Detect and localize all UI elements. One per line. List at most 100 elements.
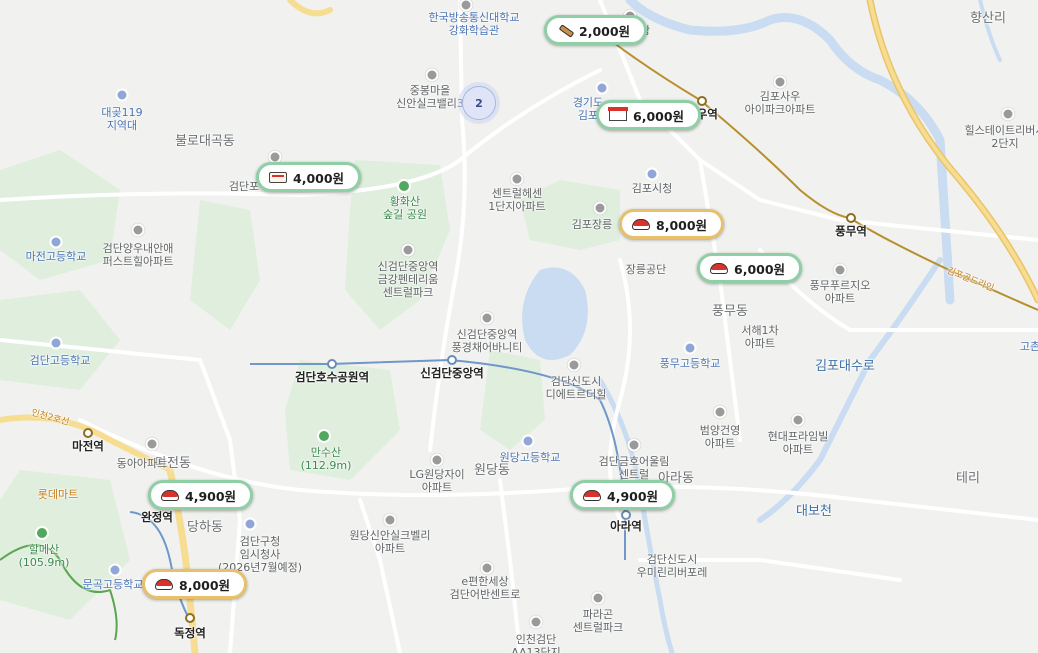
station-label-ara[interactable]: 아라역 bbox=[610, 520, 642, 533]
poi-marker-jungbong[interactable] bbox=[425, 68, 439, 82]
poi-marker-geomdan-yangwoo[interactable] bbox=[131, 223, 145, 237]
price-marker[interactable]: 4,900원 bbox=[148, 480, 254, 510]
area-label-pungmu: 풍무동 bbox=[712, 304, 748, 319]
poi-marker-geumho[interactable] bbox=[627, 438, 641, 452]
poi-label-jangneung[interactable]: 장릉공단 bbox=[626, 263, 666, 276]
station-marker-dokjeong[interactable] bbox=[185, 613, 195, 623]
poi-label-incheon-geomdan[interactable]: 인천검단 AA13단지 bbox=[511, 633, 561, 653]
poi-label-gimpo-sau[interactable]: 김포사우 아이파크아파트 bbox=[745, 90, 816, 116]
poi-label-singeomdan-geumgang[interactable]: 신검단중앙역 금강펜테리움 센트럴파크 bbox=[378, 260, 439, 299]
poi-marker-hwanghwasan[interactable] bbox=[397, 179, 411, 193]
poi-marker-geomdan-gu[interactable] bbox=[243, 517, 257, 531]
poi-label-hwanghwasan[interactable]: 황화산 숲길 공원 bbox=[383, 195, 427, 221]
poi-label-gimpo-jang[interactable]: 김포장릉 bbox=[572, 218, 612, 231]
poi-label-geomdan-yangwoo[interactable]: 검단양우내안애 퍼스트힐아파트 bbox=[103, 242, 174, 268]
poi-label-donga[interactable]: 동아아파트 bbox=[117, 457, 168, 470]
map-canvas[interactable]: 향산리 불로대곡동 풍무동 원당동 아라동 당하동 마전동 테리 대보천 김포대… bbox=[0, 0, 1038, 653]
poi-label-majeon-school[interactable]: 마전고등학교 bbox=[26, 250, 87, 263]
poi-marker-gimpo-sau[interactable] bbox=[773, 75, 787, 89]
poi-label-geumho[interactable]: 검단금호어울림 센트럴 bbox=[599, 455, 670, 481]
poi-label-wondang-high[interactable]: 원당고등학교 bbox=[500, 451, 561, 464]
price-marker[interactable]: 6,000원 bbox=[596, 100, 702, 130]
poi-label-gimpo-city[interactable]: 김포시청 bbox=[632, 182, 672, 195]
station-marker-maejeon[interactable] bbox=[83, 428, 93, 438]
station-label-geomdan-hosu[interactable]: 검단호수공원역 bbox=[295, 371, 369, 384]
poi-label-pungmu-high[interactable]: 풍무고등학교 bbox=[660, 357, 721, 370]
poi-marker-paragon[interactable] bbox=[591, 591, 605, 605]
poi-marker-gimpo-city[interactable] bbox=[645, 167, 659, 181]
price-marker[interactable]: 8,000원 bbox=[142, 569, 248, 599]
poi-label-mungok-high[interactable]: 문곡고등학교 bbox=[83, 578, 144, 591]
poi-marker-pungmu-purgio[interactable] bbox=[833, 263, 847, 277]
poi-marker-donga[interactable] bbox=[145, 437, 159, 451]
station-marker-singeomdan[interactable] bbox=[447, 355, 457, 365]
poi-label-lotte[interactable]: 롯데마트 bbox=[38, 488, 78, 501]
station-marker-sau[interactable] bbox=[697, 96, 707, 106]
poi-label-pungmu-purgio[interactable]: 풍무푸르지오 아파트 bbox=[810, 279, 871, 305]
price-value: 8,000원 bbox=[179, 577, 231, 593]
poi-label-hillstate[interactable]: 힐스테이트리버시 2단지 bbox=[965, 124, 1038, 150]
poi-label-e-pyeonhan[interactable]: e편한세상 검단어반센트로 bbox=[450, 575, 521, 601]
poi-marker-lg-wondang[interactable] bbox=[430, 453, 444, 467]
price-value: 8,000원 bbox=[656, 217, 708, 233]
station-label-pungmu[interactable]: 풍무역 bbox=[835, 225, 867, 238]
bowl-icon bbox=[583, 489, 601, 501]
bowl-icon bbox=[710, 262, 728, 274]
price-marker[interactable]: 4,900원 bbox=[570, 480, 676, 510]
poi-marker-majeon-school[interactable] bbox=[49, 235, 63, 249]
poi-label-wondang-sinan[interactable]: 원당신안실크벨리 아파트 bbox=[350, 529, 431, 555]
station-marker-pungmu[interactable] bbox=[846, 213, 856, 223]
poi-label-geomdan-sinmyeongsi[interactable]: 검단신도시 디에트르더힐 bbox=[546, 375, 607, 401]
poi-label-daegot119[interactable]: 대곶119 지역대 bbox=[101, 106, 142, 132]
price-marker[interactable]: 2,000원 bbox=[544, 15, 648, 45]
price-marker[interactable]: 6,000원 bbox=[697, 253, 803, 283]
cluster-marker[interactable]: 2 bbox=[462, 86, 496, 120]
poi-label-singeomdan-pungkyeong[interactable]: 신검단중앙역 풍경채어바니티 bbox=[452, 328, 523, 354]
road-label-gimpo-daesuro: 김포대수로 bbox=[815, 359, 875, 374]
poi-label-lg-wondang[interactable]: LG원당자이 아파트 bbox=[409, 468, 464, 494]
poi-label-geomdan-high[interactable]: 검단고등학교 bbox=[30, 354, 91, 367]
price-value: 6,000원 bbox=[734, 261, 786, 277]
poi-marker-singeomdan-geumgang[interactable] bbox=[401, 243, 415, 257]
station-label-singeomdan[interactable]: 신검단중앙역 bbox=[420, 367, 483, 380]
area-label-wondang: 원당동 bbox=[474, 463, 510, 478]
poi-marker-singeomdan-pungkyeong[interactable] bbox=[480, 311, 494, 325]
poi-label-halmae[interactable]: 할메산 (105.9m) bbox=[19, 543, 70, 569]
poi-label-beomyang[interactable]: 범양건영 아파트 bbox=[700, 424, 740, 450]
poi-marker-pungmu-high[interactable] bbox=[683, 341, 697, 355]
poi-marker-incheon-geomdan[interactable] bbox=[529, 615, 543, 629]
poi-marker-hyundai[interactable] bbox=[791, 413, 805, 427]
poi-marker-geomdan-high[interactable] bbox=[49, 336, 63, 350]
station-label-wanjeong[interactable]: 완정역 bbox=[141, 511, 173, 524]
poi-marker-geomdan-sinmyeongsi[interactable] bbox=[567, 358, 581, 372]
price-marker[interactable]: 8,000원 bbox=[619, 209, 725, 239]
stall-icon bbox=[608, 107, 628, 121]
price-value: 4,900원 bbox=[607, 488, 659, 504]
poi-marker-manusan[interactable] bbox=[317, 429, 331, 443]
poi-label-geomdan-umi[interactable]: 검단신도시 우미린리버포레 bbox=[637, 553, 708, 579]
bowl-icon bbox=[161, 489, 179, 501]
poi-label-centreheim[interactable]: 센트럴헤센 1단지아파트 bbox=[488, 187, 546, 213]
poi-label-jungbong[interactable]: 중봉마을 신안실크밸리3 bbox=[396, 84, 464, 110]
poi-marker-gyeonggi[interactable] bbox=[595, 81, 609, 95]
station-label-dokjeong[interactable]: 독정역 bbox=[174, 627, 206, 640]
poi-marker-daegot119[interactable] bbox=[115, 88, 129, 102]
poi-marker-wondang-high[interactable] bbox=[521, 434, 535, 448]
poi-marker-gimpo-jang[interactable] bbox=[593, 201, 607, 215]
poi-label-hyundai[interactable]: 현대프라임빌 아파트 bbox=[768, 430, 829, 456]
poi-marker-mungok-high[interactable] bbox=[108, 563, 122, 577]
poi-label-manusan[interactable]: 만수산 (112.9m) bbox=[301, 446, 352, 472]
poi-marker-halmae[interactable] bbox=[35, 526, 49, 540]
poi-label-kbs-univ[interactable]: 한국방송통신대학교 강화학습관 bbox=[428, 11, 519, 37]
poi-marker-wondang-sinan[interactable] bbox=[383, 513, 397, 527]
poi-label-seohae[interactable]: 서해1차 아파트 bbox=[741, 324, 778, 350]
poi-marker-beomyang[interactable] bbox=[713, 405, 727, 419]
poi-marker-e-pyeonhan[interactable] bbox=[480, 561, 494, 575]
price-marker[interactable]: 4,000원 bbox=[256, 162, 362, 192]
station-label-maejeon[interactable]: 마전역 bbox=[72, 440, 104, 453]
poi-label-geomdanpo[interactable]: 검단포 bbox=[229, 180, 259, 193]
poi-marker-centreheim[interactable] bbox=[510, 172, 524, 186]
poi-marker-hillstate[interactable] bbox=[1001, 107, 1015, 121]
station-marker-geomdan-hosu[interactable] bbox=[327, 359, 337, 369]
poi-label-paragon[interactable]: 파라곤 센트럴파크 bbox=[573, 608, 624, 634]
